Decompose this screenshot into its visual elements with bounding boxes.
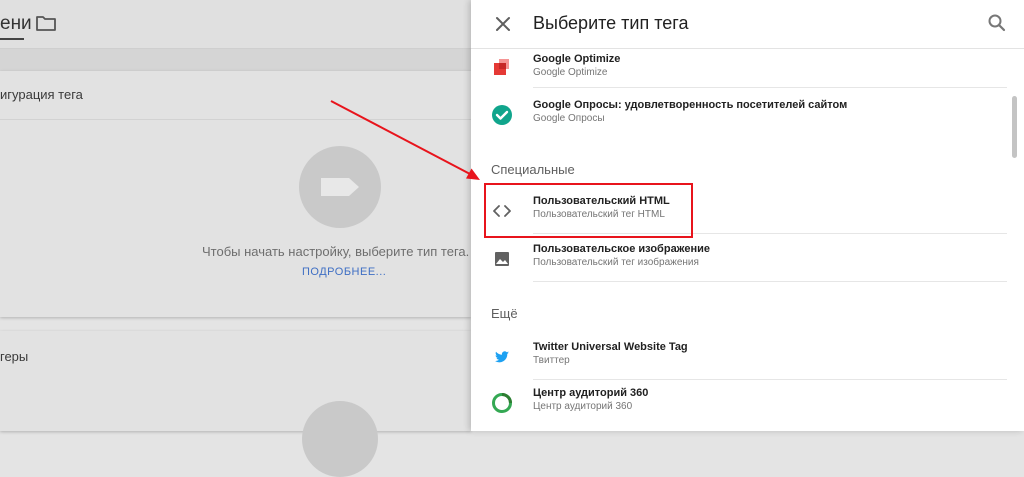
trigger-placeholder-circle[interactable] xyxy=(302,401,378,477)
item-divider xyxy=(533,281,1007,282)
google-optimize-icon xyxy=(494,59,509,75)
close-icon[interactable] xyxy=(491,12,515,36)
google-surveys-icon xyxy=(492,105,512,125)
tag-type-subtitle: Google Optimize xyxy=(533,67,608,78)
twitter-icon xyxy=(495,351,509,363)
section-heading-special: Специальные xyxy=(491,162,575,177)
tag-type-subtitle: Пользовательский тег изображения xyxy=(533,257,699,268)
tag-type-panel: Выберите тип тега Google Optimize Google… xyxy=(471,0,1024,431)
tag-configuration-card[interactable]: игурация тега Чтобы начать настройку, вы… xyxy=(0,71,471,317)
tag-type-twitter[interactable]: Twitter Universal Website Tag Твиттер xyxy=(471,334,1007,380)
workspace-band xyxy=(0,49,471,71)
workspace-header: ени xyxy=(0,0,471,49)
tag-configuration-label: игурация тега xyxy=(0,87,83,102)
tag-type-name: Google Optimize xyxy=(533,53,621,65)
code-icon xyxy=(493,205,511,217)
triggering-card[interactable]: геры xyxy=(0,331,471,477)
item-divider xyxy=(533,233,1007,234)
tag-type-name: Пользовательский HTML xyxy=(533,195,670,207)
workspace-title: ени xyxy=(0,13,32,34)
tag-type-subtitle: Google Опросы xyxy=(533,113,605,124)
item-divider xyxy=(533,87,1007,88)
card-divider xyxy=(0,119,471,120)
panel-header: Выберите тип тега xyxy=(471,0,1024,49)
learn-more-link[interactable]: ПОДРОБНЕЕ... xyxy=(302,266,386,278)
title-underline xyxy=(0,38,24,40)
tag-type-audience-center-360[interactable]: Центр аудиторий 360 Центр аудиторий 360 xyxy=(471,380,1007,426)
tag-type-name: Google Опросы: удовлетворенность посетит… xyxy=(533,99,848,111)
image-icon xyxy=(495,252,509,266)
tag-type-subtitle: Центр аудиторий 360 xyxy=(533,401,633,412)
tag-type-google-optimize[interactable]: Google Optimize Google Optimize xyxy=(471,48,1007,88)
panel-title: Выберите тип тега xyxy=(533,13,689,33)
tag-type-custom-html[interactable]: Пользовательский HTML Пользовательский т… xyxy=(471,188,1007,234)
tag-type-name: Центр аудиторий 360 xyxy=(533,387,649,399)
tag-type-custom-image[interactable]: Пользовательское изображение Пользовател… xyxy=(471,236,1007,282)
tag-type-subtitle: Пользовательский тег HTML xyxy=(533,209,665,220)
triggering-label: геры xyxy=(0,349,29,364)
folder-icon[interactable] xyxy=(36,14,56,32)
tag-icon xyxy=(321,178,359,196)
tag-placeholder-circle[interactable] xyxy=(299,146,381,228)
tag-type-name: Пользовательское изображение xyxy=(533,243,710,255)
tag-type-google-surveys[interactable]: Google Опросы: удовлетворенность посетит… xyxy=(471,92,1007,138)
tag-type-name: Twitter Universal Website Tag xyxy=(533,341,688,353)
section-heading-more: Ещё xyxy=(491,306,518,321)
tag-type-subtitle: Твиттер xyxy=(533,355,570,366)
configuration-hint: Чтобы начать настройку, выберите тип тег… xyxy=(202,244,470,259)
panel-scrollbar[interactable] xyxy=(1012,96,1017,158)
audience-center-icon xyxy=(492,393,512,413)
search-icon[interactable] xyxy=(985,11,1009,35)
